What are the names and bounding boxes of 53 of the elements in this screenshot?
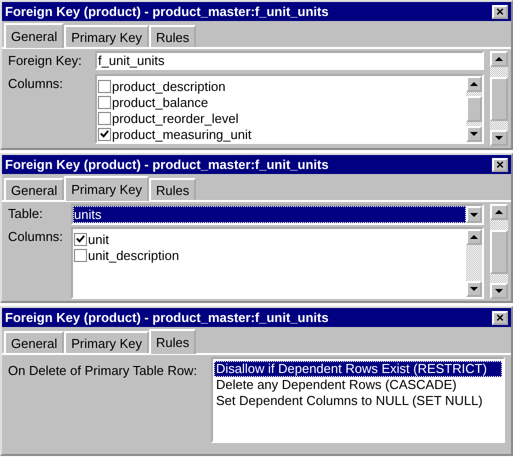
tab[interactable]: Primary Key [64, 25, 150, 47]
input-field[interactable]: f_unit_units [95, 51, 484, 70]
scrollbar[interactable] [490, 51, 508, 146]
rule-option[interactable]: Delete any Dependent Rows (CASCADE) [214, 377, 502, 393]
close-button[interactable]: × [492, 4, 508, 18]
scroll-down-icon[interactable] [466, 126, 482, 142]
field-label: On Delete of Primary Table Row: [8, 362, 198, 378]
checkbox[interactable] [98, 96, 111, 108]
field-label: Table: [8, 205, 44, 221]
tab[interactable]: General [4, 178, 64, 200]
checkbox[interactable] [98, 128, 111, 140]
window-title: Foreign Key (product) - product_master:f_unit_units [5, 4, 329, 19]
column-name: unit_description [88, 248, 180, 262]
scrollbar[interactable] [466, 229, 482, 297]
tab[interactable]: Rules [149, 329, 196, 354]
scroll-thumb[interactable] [490, 76, 508, 120]
column-name: product_reorder_level [112, 110, 238, 126]
tab[interactable]: Rules [149, 178, 196, 200]
field-label: Foreign Key: [8, 52, 83, 68]
column-name: product_balance [112, 94, 208, 110]
window-title: Foreign Key (product) - product_master:f_unit_units [5, 310, 329, 325]
checkbox[interactable] [74, 232, 87, 246]
tab[interactable]: General [4, 331, 64, 353]
scrollbar[interactable] [490, 204, 508, 299]
checkbox[interactable] [98, 112, 111, 124]
scrollbar[interactable] [466, 76, 482, 142]
tab[interactable]: General [4, 23, 64, 48]
tab[interactable]: Primary Key [64, 331, 150, 353]
tab[interactable]: Rules [149, 25, 196, 47]
scroll-down-icon[interactable] [490, 130, 508, 146]
column-name: product_measuring_unit [112, 126, 252, 142]
scroll-down-icon[interactable] [466, 281, 482, 297]
table-dropdown[interactable]: units [71, 204, 484, 225]
close-button[interactable]: × [492, 310, 508, 324]
close-button[interactable]: × [492, 158, 508, 172]
column-name: product_description [112, 78, 226, 94]
scroll-thumb[interactable] [490, 230, 508, 274]
scroll-up-icon[interactable] [490, 51, 508, 67]
checkbox[interactable] [74, 248, 87, 262]
field-label: Columns: [8, 75, 64, 91]
checkbox[interactable] [98, 80, 111, 92]
window-title: Foreign Key (product) - product_master:f_unit_units [5, 157, 329, 172]
scroll-thumb[interactable] [466, 96, 482, 122]
scroll-up-icon[interactable] [490, 204, 508, 220]
tab[interactable]: Primary Key [64, 176, 150, 201]
dropdown-value: units [73, 206, 466, 223]
column-name: unit [88, 232, 109, 246]
scroll-down-icon[interactable] [490, 283, 508, 299]
scroll-up-icon[interactable] [466, 76, 482, 92]
scroll-up-icon[interactable] [466, 229, 482, 245]
rule-option[interactable]: Set Dependent Columns to NULL (SET NULL) [214, 393, 502, 409]
rule-option[interactable]: Disallow if Dependent Rows Exist (RESTRICT) [214, 361, 502, 377]
field-label: Columns: [8, 228, 64, 244]
